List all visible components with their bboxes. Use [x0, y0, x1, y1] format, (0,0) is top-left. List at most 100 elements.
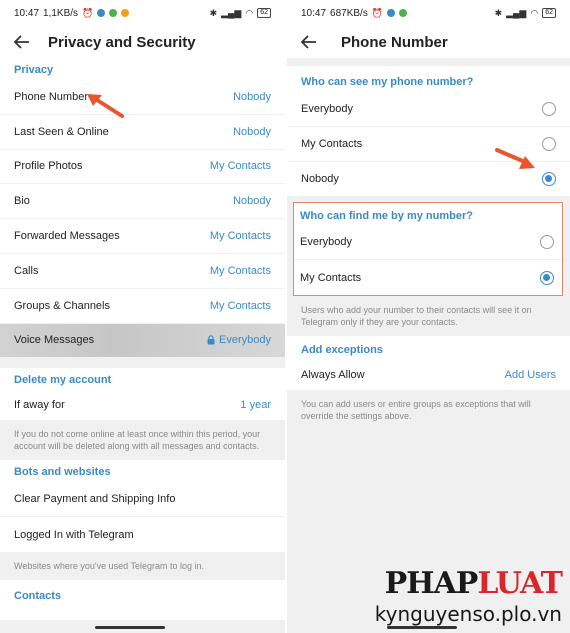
radio-button-selected[interactable]: [542, 171, 556, 186]
section-header-privacy: Privacy: [14, 64, 54, 76]
row-label: Always Allow: [301, 368, 365, 381]
privacy-row-profile-photos[interactable]: Profile Photos My Contacts: [0, 150, 285, 185]
option-label: Nobody: [301, 172, 339, 185]
bots-websites-section: Bots and websites Clear Payment and Ship…: [0, 460, 285, 552]
privacy-section: Privacy Phone Number Nobody Last Seen & …: [0, 58, 285, 359]
app-bar: Phone Number: [287, 26, 570, 58]
delete-account-section: Delete my account If away for 1 year: [0, 368, 285, 421]
section-header-delete-account: Delete my account: [14, 374, 112, 387]
row-value: Everybody: [219, 334, 271, 347]
radio-option-my-contacts[interactable]: My Contacts: [294, 260, 562, 295]
app-notification-icon: [399, 9, 408, 17]
back-arrow-icon[interactable]: [12, 32, 32, 52]
battery-icon: 62: [257, 8, 271, 18]
row-value: My Contacts: [209, 299, 271, 312]
watermark-url: kynguyenso.plo.vn: [374, 602, 562, 626]
section-header-who-find: Who can find me by my number?: [300, 210, 473, 223]
status-net-speed: 1,1KB/s: [43, 7, 79, 19]
section-header-who-see: Who can see my phone number?: [301, 76, 474, 88]
page-title: Phone Number: [341, 33, 448, 51]
status-time: 10:47: [301, 7, 327, 19]
row-label: Bio: [14, 195, 30, 208]
privacy-row-forwarded-messages[interactable]: Forwarded Messages My Contacts: [0, 219, 285, 254]
radio-option-everybody[interactable]: Everybody: [294, 225, 562, 261]
row-label: Profile Photos: [14, 160, 83, 173]
contacts-section: Contacts: [0, 579, 285, 620]
bluetooth-icon: ✱: [494, 7, 503, 18]
app-notification-icon: [97, 9, 106, 17]
privacy-row-voice-messages[interactable]: Voice Messages Everybody: [0, 323, 285, 359]
section-header-exceptions: Add exceptions: [301, 343, 383, 356]
row-value: My Contacts: [209, 230, 271, 243]
row-label: Groups & Channels: [14, 299, 110, 312]
gesture-bar: [387, 626, 457, 629]
wifi-icon: ◠: [245, 7, 254, 18]
privacy-row-groups-channels[interactable]: Groups & Channels My Contacts: [0, 289, 285, 324]
find-note: Users who add your number to their conta…: [287, 295, 570, 336]
row-label: If away for: [14, 399, 65, 412]
watermark-logo: PHAPLUAT kynguyenso.plo.vn: [374, 566, 563, 627]
row-value: Nobody: [233, 195, 271, 208]
page-title: Privacy and Security: [48, 33, 196, 51]
privacy-row-last-seen[interactable]: Last Seen & Online Nobody: [0, 115, 285, 150]
app-notification-icon: [109, 9, 118, 17]
gesture-bar: [95, 626, 165, 629]
privacy-row-bio[interactable]: Bio Nobody: [0, 184, 285, 220]
privacy-row-phone-number[interactable]: Phone Number Nobody: [0, 80, 285, 115]
watermark-brand: PHAPLUAT: [384, 566, 563, 601]
bots-note: Websites where you've used Telegram to l…: [0, 551, 285, 580]
status-net-speed: 687KB/s: [330, 7, 368, 19]
row-value: Nobody: [233, 125, 271, 138]
radio-button[interactable]: [540, 235, 554, 250]
alarm-icon: ⏰: [82, 7, 94, 18]
signal-icon: ▂▄▆: [221, 7, 242, 18]
signal-icon: ▂▄▆: [506, 7, 527, 18]
privacy-row-calls[interactable]: Calls My Contacts: [0, 254, 285, 289]
radio-button[interactable]: [542, 101, 556, 116]
away-period-row[interactable]: If away for 1 year: [0, 390, 285, 420]
wifi-icon: ◠: [530, 7, 539, 18]
alarm-icon: ⏰: [371, 7, 384, 18]
radio-option-everybody[interactable]: Everybody: [287, 92, 570, 127]
who-can-find-section: Who can find me by my number? Everybody …: [293, 202, 563, 296]
row-label: Clear Payment and Shipping Info: [14, 493, 176, 506]
section-header-contacts: Contacts: [14, 589, 62, 602]
row-value: My Contacts: [209, 264, 271, 277]
option-label: My Contacts: [300, 271, 362, 284]
always-allow-row[interactable]: Always Allow Add Users: [287, 360, 570, 390]
add-users-button[interactable]: Add Users: [505, 369, 556, 381]
option-label: My Contacts: [301, 137, 363, 150]
app-notification-icon: [121, 9, 130, 17]
who-can-see-section: Who can see my phone number? Everybody M…: [287, 66, 570, 197]
battery-icon: 62: [542, 8, 556, 18]
option-label: Everybody: [300, 236, 352, 249]
row-label: Calls: [14, 264, 39, 277]
radio-button[interactable]: [542, 136, 556, 151]
app-notification-icon: [387, 9, 396, 17]
row-label: Logged In with Telegram: [14, 528, 134, 541]
status-time: 10:47: [14, 7, 40, 19]
row-value: Nobody: [233, 90, 271, 103]
row-value: My Contacts: [209, 160, 271, 173]
row-value-wrap: Everybody: [207, 334, 271, 346]
lock-icon: [207, 335, 215, 345]
row-label: Voice Messages: [14, 334, 95, 347]
phone-number-screen: 10:47 687KB/s ⏰ ✱ ▂▄▆ ◠ 62 Phone Number …: [287, 0, 570, 633]
logged-in-telegram-row[interactable]: Logged In with Telegram: [0, 517, 285, 552]
annotation-arrow-icon: [495, 148, 535, 169]
row-label: Forwarded Messages: [14, 230, 120, 243]
bluetooth-icon: ✱: [209, 7, 218, 18]
status-bar: 10:47 1,1KB/s ⏰ ✱ ▂▄▆ ◠ 62: [0, 0, 285, 26]
exceptions-note: You can add users or entire groups as ex…: [287, 389, 570, 430]
radio-button-selected[interactable]: [540, 270, 554, 285]
app-bar: Privacy and Security: [0, 26, 285, 58]
annotation-arrow-icon: [87, 94, 124, 118]
status-bar: 10:47 687KB/s ⏰ ✱ ▂▄▆ ◠ 62: [287, 0, 570, 26]
option-label: Everybody: [301, 102, 353, 115]
clear-payment-row[interactable]: Clear Payment and Shipping Info: [0, 482, 285, 518]
section-header-bots: Bots and websites: [14, 466, 111, 479]
privacy-security-screen: 10:47 1,1KB/s ⏰ ✱ ▂▄▆ ◠ 62 Privacy and S…: [0, 0, 285, 633]
back-arrow-icon[interactable]: [299, 32, 319, 52]
exceptions-section: Add exceptions Always Allow Add Users: [287, 335, 570, 390]
row-label: Phone Number: [14, 90, 88, 103]
